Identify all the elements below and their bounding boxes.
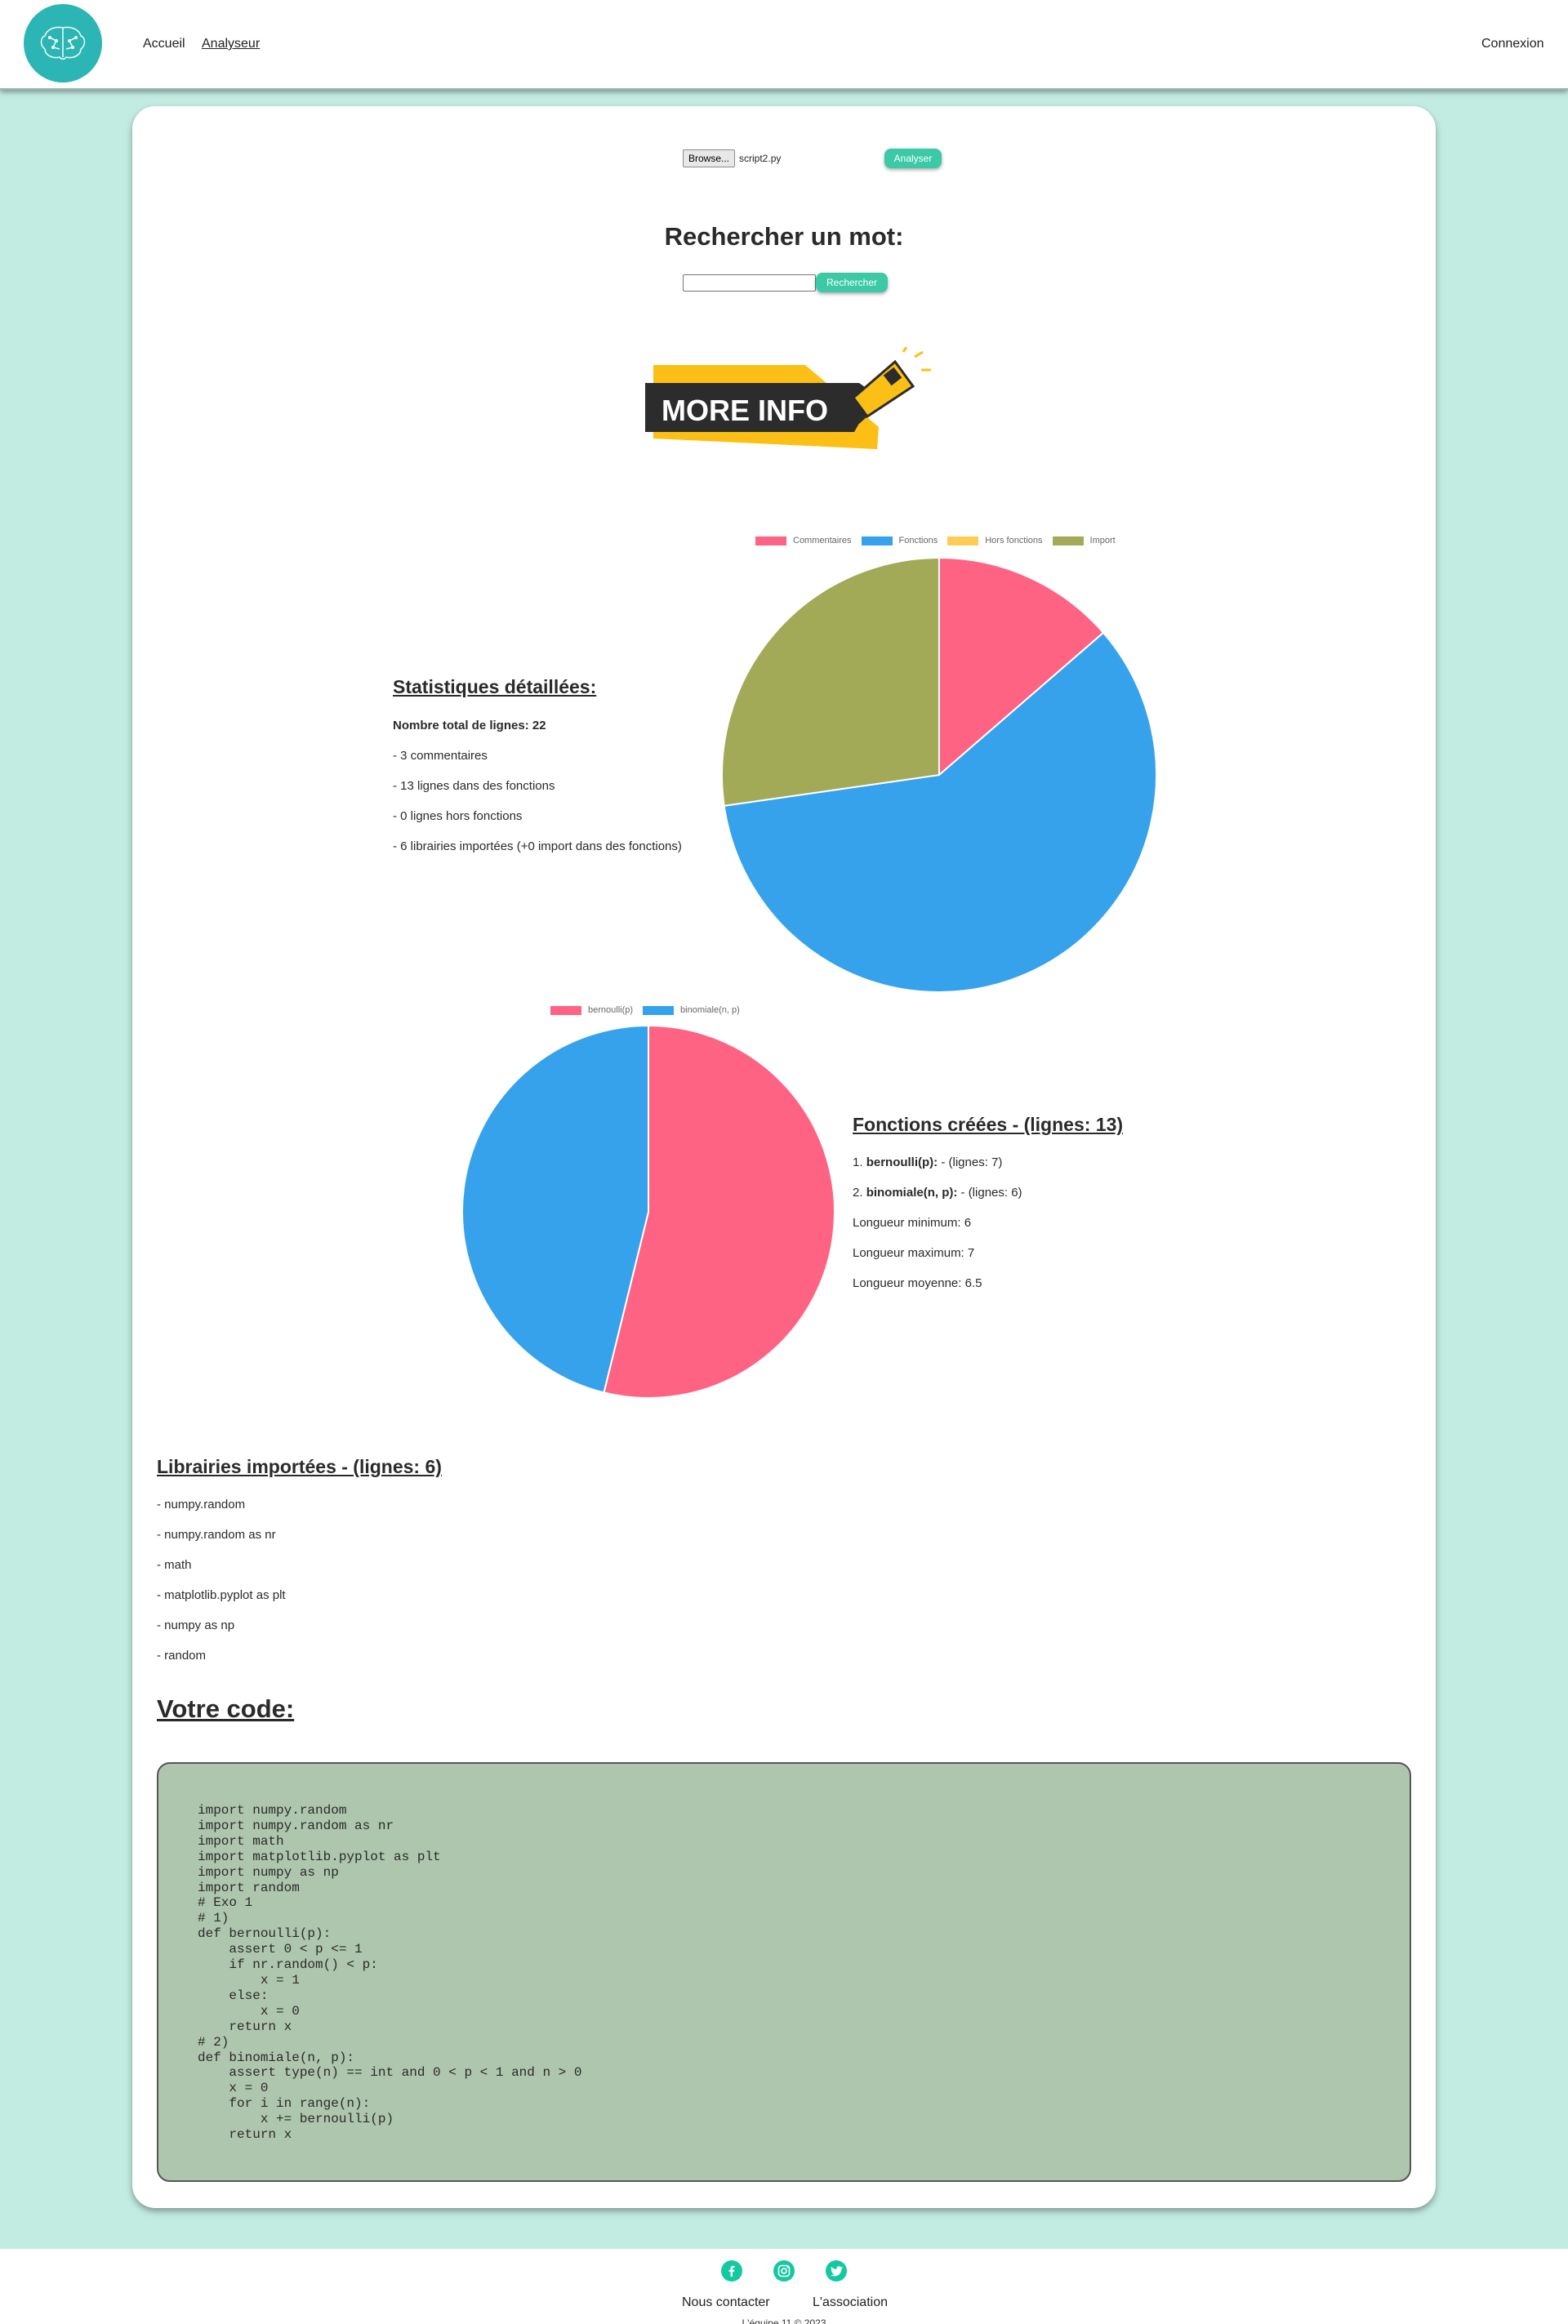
stats-line: - 0 lignes hors fonctions: [393, 809, 523, 823]
stats-line: - 3 commentaires: [393, 749, 488, 763]
twitter-icon[interactable]: [826, 2260, 847, 2282]
function-index: 2.: [853, 1186, 863, 1200]
function-index: 1.: [853, 1155, 863, 1169]
facebook-icon[interactable]: [721, 2260, 742, 2282]
legend-swatch: [1052, 536, 1084, 545]
legend-label: Hors fonctions: [985, 536, 1043, 545]
navbar: Accueil Analyseur Connexion: [0, 0, 1568, 90]
nav-analyzer-link[interactable]: Analyseur: [202, 37, 260, 51]
legend-swatch: [947, 536, 979, 545]
functions-pie-chart: [461, 1024, 835, 1399]
legend-label: binomiale(n, p): [680, 1005, 740, 1015]
legend-swatch: [861, 536, 893, 545]
import-line: - matplotlib.pyplot as plt: [157, 1588, 286, 1602]
line-distribution-pie-chart: [721, 556, 1157, 993]
import-line: - numpy.random: [157, 1498, 246, 1511]
footer: Nous contacter L'association L'équipe 11…: [0, 2249, 1568, 2324]
nav-home-link[interactable]: Accueil: [143, 37, 185, 51]
more-info-banner[interactable]: MORE INFO: [645, 347, 936, 453]
function-avg-length: Longueur moyenne: 6.5: [853, 1276, 982, 1290]
browse-button[interactable]: Browse...: [683, 149, 736, 167]
nav-login-link[interactable]: Connexion: [1481, 37, 1544, 51]
selected-file-name: script2.py: [739, 153, 782, 164]
code-box[interactable]: import numpy.random import numpy.random …: [157, 1762, 1411, 2182]
function-name: binomiale(n, p):: [866, 1186, 958, 1200]
legend-item[interactable]: bernoulli(p): [550, 1005, 633, 1015]
legend-swatch: [643, 1005, 675, 1015]
legend-label: Import: [1089, 536, 1116, 545]
legend-label: Commentaires: [793, 536, 852, 545]
legend-item[interactable]: binomiale(n, p): [643, 1005, 740, 1015]
imports-title: Librairies importées - (lignes: 6): [157, 1456, 442, 1477]
chart2-legend: bernoulli(p) binomiale(n, p): [550, 1005, 750, 1015]
function-min-length: Longueur minimum: 6: [853, 1216, 972, 1230]
brain-logo-icon[interactable]: [24, 4, 102, 82]
stats-line: - 13 lignes dans des fonctions: [393, 779, 555, 793]
chart1-legend: Commentaires Fonctions Hors fonctions Im…: [755, 536, 1125, 545]
copyright-text: L'équipe 11 © 2023: [742, 2317, 826, 2324]
import-line: - random: [157, 1649, 207, 1663]
function-detail: - (lignes: 6): [957, 1186, 1022, 1200]
legend-item[interactable]: Commentaires: [755, 536, 852, 545]
function-max-length: Longueur maximum: 7: [853, 1246, 975, 1260]
function-item: 1. bernoulli(p): - (lignes: 7): [853, 1155, 1002, 1169]
legend-swatch: [755, 536, 786, 545]
legend-item[interactable]: Import: [1052, 536, 1116, 545]
function-item: 2. binomiale(n, p): - (lignes: 6): [853, 1186, 1022, 1200]
import-line: - numpy.random as nr: [157, 1528, 276, 1542]
stats-title: Statistiques détaillées:: [393, 676, 597, 697]
legend-item[interactable]: Fonctions: [861, 536, 938, 545]
association-link[interactable]: L'association: [813, 2295, 888, 2310]
legend-swatch: [550, 1005, 581, 1015]
analyze-button[interactable]: Analyser: [884, 149, 942, 168]
pie-slice-import[interactable]: [721, 556, 940, 807]
stats-total-lines: Nombre total de lignes: 22: [393, 719, 546, 732]
instagram-icon[interactable]: [773, 2260, 795, 2282]
legend-label: Fonctions: [898, 536, 938, 545]
search-title: Rechercher un mot:: [664, 222, 904, 251]
stats-line: - 6 librairies importées (+0 import dans…: [393, 839, 682, 853]
code-title: Votre code:: [157, 1694, 295, 1723]
legend-item[interactable]: Hors fonctions: [947, 536, 1043, 545]
search-button[interactable]: Rechercher: [816, 273, 888, 292]
functions-title: Fonctions créées - (lignes: 13): [853, 1114, 1124, 1135]
file-upload: Browse... script2.py: [683, 149, 781, 167]
search-input[interactable]: [683, 274, 816, 292]
code-content[interactable]: import numpy.random import numpy.random …: [198, 1803, 581, 2143]
banner-text: MORE INFO: [662, 394, 828, 427]
function-name: bernoulli(p):: [866, 1155, 938, 1169]
legend-label: bernoulli(p): [588, 1005, 634, 1015]
function-detail: - (lignes: 7): [938, 1155, 1003, 1169]
import-line: - math: [157, 1558, 192, 1572]
import-line: - numpy as np: [157, 1618, 235, 1632]
contact-link[interactable]: Nous contacter: [682, 2295, 770, 2310]
